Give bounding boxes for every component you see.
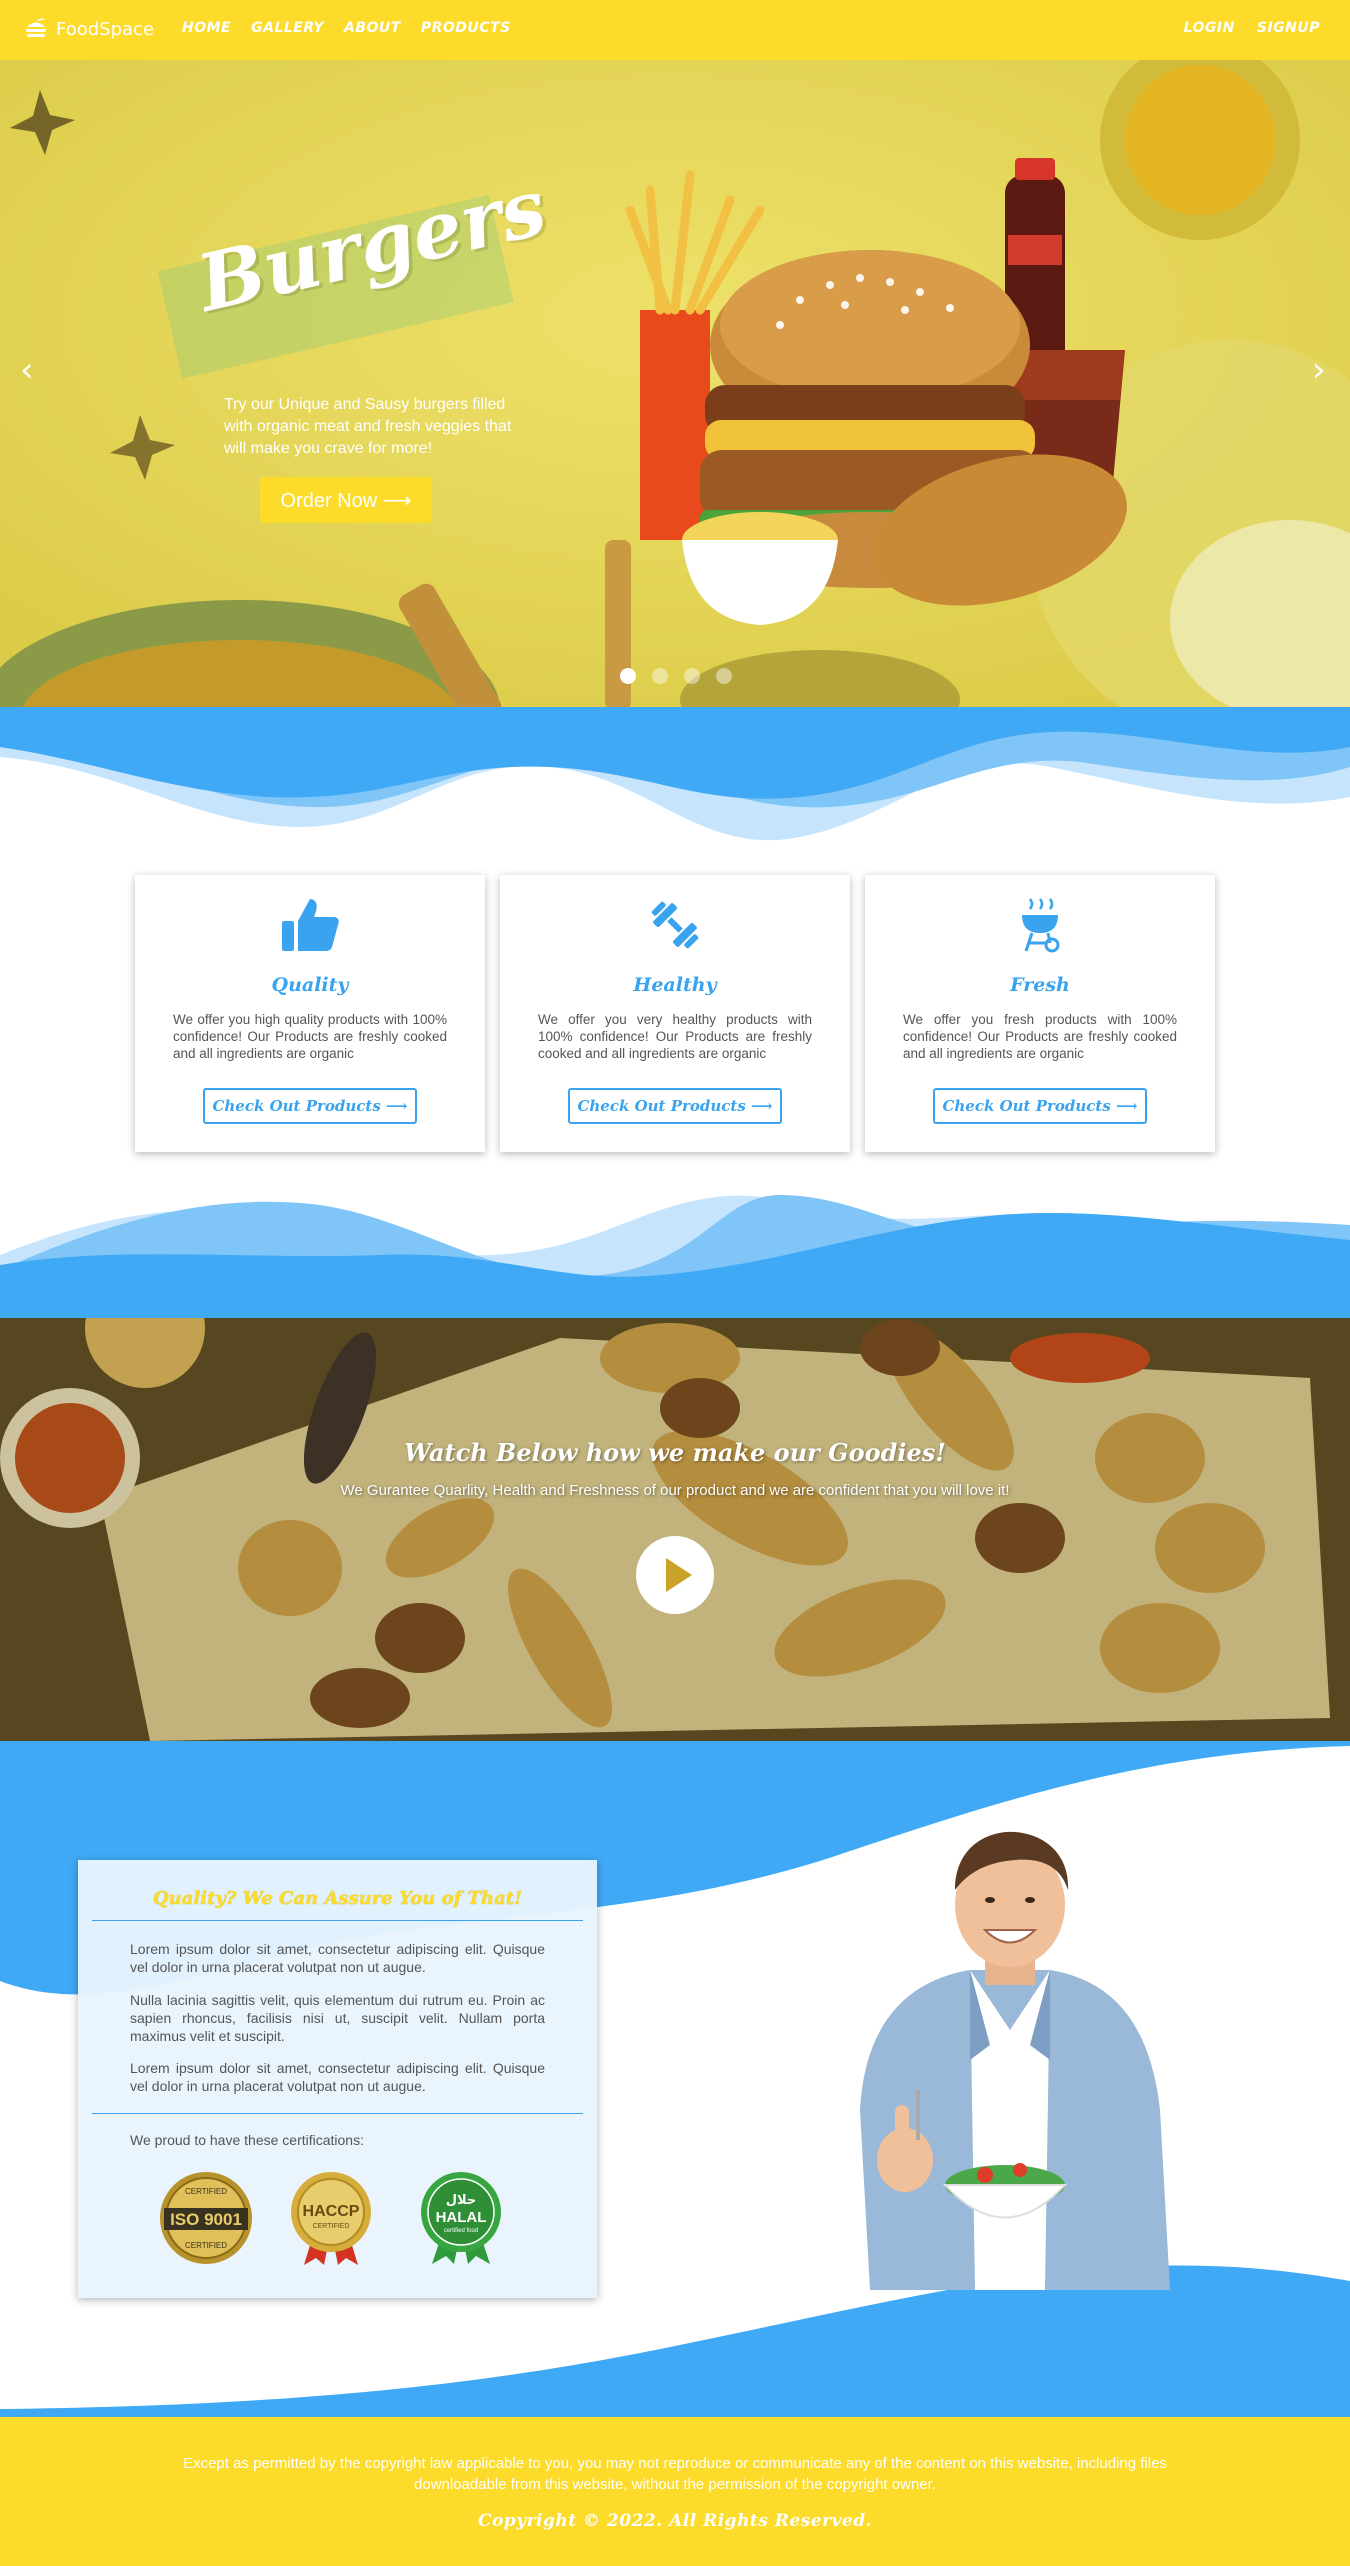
feature-card-quality: Quality We offer you high quality produc… [135,875,485,1152]
order-now-button[interactable]: Order Now ⟶ [260,477,432,523]
carousel-indicators [620,668,732,684]
grill-icon [1022,898,1060,953]
dumbbell-icon [651,901,699,949]
burger-logo-icon [26,18,46,37]
feature-title: Quality [271,974,349,996]
brand-name: FoodSpace [56,18,155,40]
hero-description: Try our Unique and Sausy burgers filled … [224,396,512,457]
check-out-products-button[interactable]: Check Out Products ⟶ [933,1088,1147,1124]
iso-badge-top: CERTIFIED [185,2187,227,2196]
carousel-prev-icon[interactable]: ‹ [20,350,34,390]
check-out-products-button[interactable]: Check Out Products ⟶ [568,1088,782,1124]
wave-divider-middle [0,1195,1350,1320]
quality-assurance-card: Quality? We Can Assure You of That! Lore… [78,1860,597,2298]
feature-text: We offer you very healthy products with … [538,1012,812,1061]
footer-copyright: Copyright © 2022. All Rights Reserved. [477,2511,873,2531]
auth-links: LOGIN SIGNUP [1184,20,1320,36]
carousel-indicator-1[interactable] [620,668,636,684]
top-navbar: FoodSpace HOME GALLERY ABOUT PRODUCTS LO… [0,0,1350,60]
thumbs-up-icon [282,899,339,951]
feature-text: We offer you fresh products with 100% co… [903,1012,1177,1061]
feature-title: Fresh [1010,974,1070,996]
video-subtitle: We Gurantee Quarlity, Health and Freshne… [340,1482,1010,1499]
check-out-products-button[interactable]: Check Out Products ⟶ [203,1088,417,1124]
play-video-button[interactable] [636,1536,714,1614]
feature-title: Healthy [633,974,717,996]
grilled-food-background-image [0,1318,1350,1741]
video-section: Watch Below how we make our Goodies! We … [0,1318,1350,1741]
quality-paragraph-2: Nulla lacinia sagittis velit, quis eleme… [130,1992,545,2044]
carousel-indicator-4[interactable] [716,668,732,684]
video-title: Watch Below how we make our Goodies! [404,1438,946,1467]
brand[interactable]: FoodSpace [24,14,154,44]
nav-about[interactable]: ABOUT [344,20,401,36]
halal-badge-main: HALAL [436,2209,487,2226]
footer-disclaimer: Except as permitted by the copyright law… [183,2455,1167,2493]
halal-badge-top: حلال [446,2193,477,2208]
nav-links: HOME GALLERY ABOUT PRODUCTS [182,20,511,36]
halal-badge-bottom: certified food [444,2228,478,2234]
signup-link[interactable]: SIGNUP [1257,20,1320,36]
iso-badge-main: ISO 9001 [170,2210,242,2229]
footer: Except as permitted by the copyright law… [0,2417,1350,2566]
certifications-label: We proud to have these certifications: [130,2132,364,2148]
login-link[interactable]: LOGIN [1184,20,1235,36]
nav-gallery[interactable]: GALLERY [251,20,324,36]
hero-carousel: Burgers Try our Unique and Sausy burgers… [0,60,1350,707]
feature-card-fresh: Fresh We offer you fresh products with 1… [865,875,1215,1152]
happy-customer-image [860,1831,1170,2290]
feature-text: We offer you high quality products with … [173,1012,447,1061]
divider [92,2113,583,2114]
quality-title: Quality? We Can Assure You of That! [152,1888,523,1909]
play-icon [666,1558,692,1592]
haccp-badge-main: HACCP [303,2203,360,2220]
nav-products[interactable]: PRODUCTS [421,20,511,36]
nav-home[interactable]: HOME [182,20,231,36]
hero-background-image [0,60,1350,707]
feature-cards: Quality We offer you high quality produc… [135,875,1215,1152]
divider [92,1920,583,1921]
quality-paragraph-1: Lorem ipsum dolor sit amet, consectetur … [130,1941,545,1975]
iso-badge-bottom: CERTIFIED [185,2241,227,2250]
wave-divider-top [0,707,1350,841]
quality-paragraph-3: Lorem ipsum dolor sit amet, consectetur … [130,2060,545,2094]
halal-badge: حلال HALAL certified food [421,2172,501,2264]
haccp-badge: HACCP CERTIFIED [291,2172,371,2265]
haccp-badge-bottom: CERTIFIED [313,2223,350,2230]
iso-9001-badge: ISO 9001 CERTIFIED CERTIFIED [160,2172,252,2264]
carousel-next-icon[interactable]: › [1312,350,1326,390]
carousel-indicator-3[interactable] [684,668,700,684]
carousel-indicator-2[interactable] [652,668,668,684]
feature-card-healthy: Healthy We offer you very healthy produc… [500,875,850,1152]
